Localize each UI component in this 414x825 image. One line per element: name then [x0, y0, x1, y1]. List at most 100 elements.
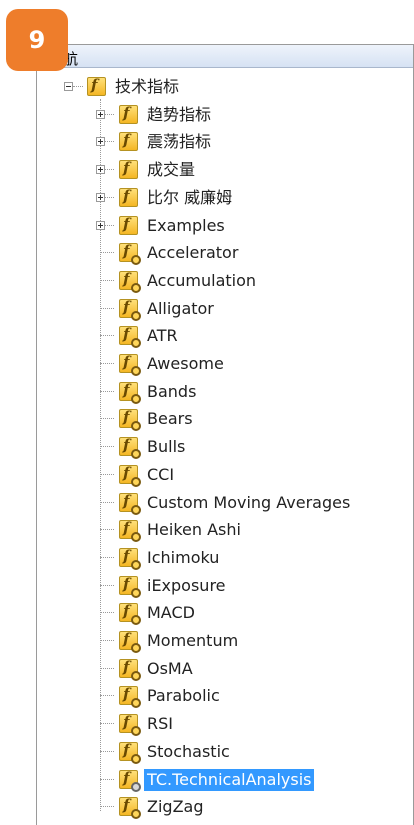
tree-indicator-item[interactable]: Accelerator [119, 239, 241, 266]
tree-item-label: Parabolic [147, 685, 220, 705]
tree-indicator-item[interactable]: Bands [119, 378, 199, 405]
indicator-script-icon [119, 713, 141, 736]
expand-toggle[interactable] [96, 221, 105, 230]
tree-indicator-item[interactable]: OsMA [119, 655, 196, 682]
tree-item-label: Bands [147, 381, 197, 401]
indicator-script-icon [119, 242, 141, 265]
tree-indicator-item[interactable]: MACD [119, 599, 198, 626]
tree-item-label: ZigZag [147, 796, 204, 816]
tree-branch-line [100, 502, 114, 503]
expand-toggle[interactable] [96, 165, 105, 174]
expand-toggle[interactable] [96, 193, 105, 202]
tree-branch-line [100, 751, 114, 752]
tree-branch-line [100, 557, 114, 558]
tree-indicator-item[interactable]: Alligator [119, 295, 217, 322]
indicator-script-icon [119, 464, 141, 487]
tree-folder-item[interactable]: 震荡指标 [119, 128, 214, 155]
tree-root-label: 技术指标 [115, 76, 180, 96]
gear-icon [131, 449, 141, 459]
tree-indicator-item[interactable]: ZigZag [119, 793, 206, 820]
gear-icon [131, 754, 141, 764]
tree-item-label: Ichimoku [147, 547, 220, 567]
indicator-script-icon [119, 436, 141, 459]
tree-item-label: iExposure [147, 575, 226, 595]
expand-toggle[interactable] [96, 137, 105, 146]
indicator-script-icon [119, 270, 141, 293]
indicator-script-icon [119, 298, 141, 321]
gear-icon [131, 255, 141, 265]
tree-branch-line [100, 418, 114, 419]
indicator-folder-icon [119, 159, 138, 179]
tree-indicator-item[interactable]: Bears [119, 405, 196, 432]
root-collapse-toggle[interactable] [64, 82, 73, 91]
tree-indicator-item[interactable]: TC.TechnicalAnalysis [119, 766, 315, 793]
tree-line-root [100, 99, 101, 811]
tree-item-label: Awesome [147, 353, 224, 373]
tree-indicator-item[interactable]: Bulls [119, 433, 188, 460]
tree-folder-item[interactable]: 趋势指标 [119, 101, 214, 128]
tree-branch-line [100, 280, 114, 281]
indicator-script-icon [119, 741, 141, 764]
tree-branch-line [100, 335, 114, 336]
indicator-folder-icon [119, 131, 138, 151]
navigator-title-bar: 航 [37, 45, 413, 68]
indicator-folder-icon [119, 187, 138, 207]
gear-icon [131, 643, 141, 653]
tree-indicator-item[interactable]: Ichimoku [119, 544, 222, 571]
tree-indicator-item[interactable]: ATR [119, 322, 181, 349]
tree-item-label: ATR [147, 325, 178, 345]
tree-branch-line [100, 806, 114, 807]
tree-indicator-item[interactable]: Parabolic [119, 682, 223, 709]
tree-branch-line [100, 779, 114, 780]
gear-icon [131, 671, 141, 681]
navigator-panel: 航 技术指标 趋势指标震荡指标成交量比尔 威廉姆 Examples Accelera… [36, 44, 414, 825]
tree-branch-line [100, 585, 114, 586]
gear-icon [131, 421, 141, 431]
tree-item-label: Examples [147, 215, 225, 235]
tree-indicator-item[interactable]: CCI [119, 461, 177, 488]
tree-indicator-item[interactable]: iExposure [119, 572, 229, 599]
tree-indicator-item[interactable]: Momentum [119, 627, 241, 654]
tree-branch-line [100, 668, 114, 669]
tree-item-label: RSI [147, 713, 173, 733]
tree-branch-line [100, 723, 114, 724]
indicator-script-icon [119, 575, 141, 598]
indicator-script-icon [119, 492, 141, 515]
tree-item-label: Bulls [147, 436, 186, 456]
gear-icon [131, 311, 141, 321]
tree-folder-item[interactable]: 成交量 [119, 156, 198, 183]
tree-indicator-item[interactable]: Heiken Ashi [119, 516, 244, 543]
tree-branch-line [100, 529, 114, 530]
indicator-script-icon [119, 408, 141, 431]
indicator-script-icon [119, 769, 141, 792]
tree-indicator-item[interactable]: Accumulation [119, 267, 259, 294]
tree-root-item[interactable]: 技术指标 [87, 73, 182, 100]
tree-indicator-item[interactable]: Custom Moving Averages [119, 489, 353, 516]
tree-branch-line [100, 474, 114, 475]
gear-icon [131, 532, 141, 542]
gear-icon [131, 366, 141, 376]
tree-branch-line [100, 252, 114, 253]
tree-item-label: Custom Moving Averages [147, 492, 351, 512]
gear-icon [131, 477, 141, 487]
expand-toggle[interactable] [96, 110, 105, 119]
tree-item-label: Alligator [147, 298, 214, 318]
indicator-script-icon [119, 325, 141, 348]
tree-item-label: 比尔 威廉姆 [147, 187, 233, 207]
tree-indicator-item[interactable]: RSI [119, 710, 176, 737]
tree-item-label: CCI [147, 464, 175, 484]
indicator-script-icon [119, 685, 141, 708]
tree-indicator-item[interactable]: Awesome [119, 350, 227, 377]
tree-item-label: 震荡指标 [147, 131, 212, 151]
indicator-script-icon [119, 353, 141, 376]
gear-icon [131, 615, 141, 625]
tree-indicator-item[interactable]: Stochastic [119, 738, 233, 765]
tree-branch-line [100, 391, 114, 392]
tree-item-label: MACD [147, 602, 195, 622]
tree-folder-item[interactable]: 比尔 威廉姆 [119, 184, 235, 211]
tree-folder-item[interactable]: Examples [119, 212, 228, 239]
gear-icon [131, 782, 141, 792]
tree-branch-line [100, 308, 114, 309]
step-number-badge: 9 [6, 9, 68, 71]
indicator-script-icon [119, 602, 141, 625]
